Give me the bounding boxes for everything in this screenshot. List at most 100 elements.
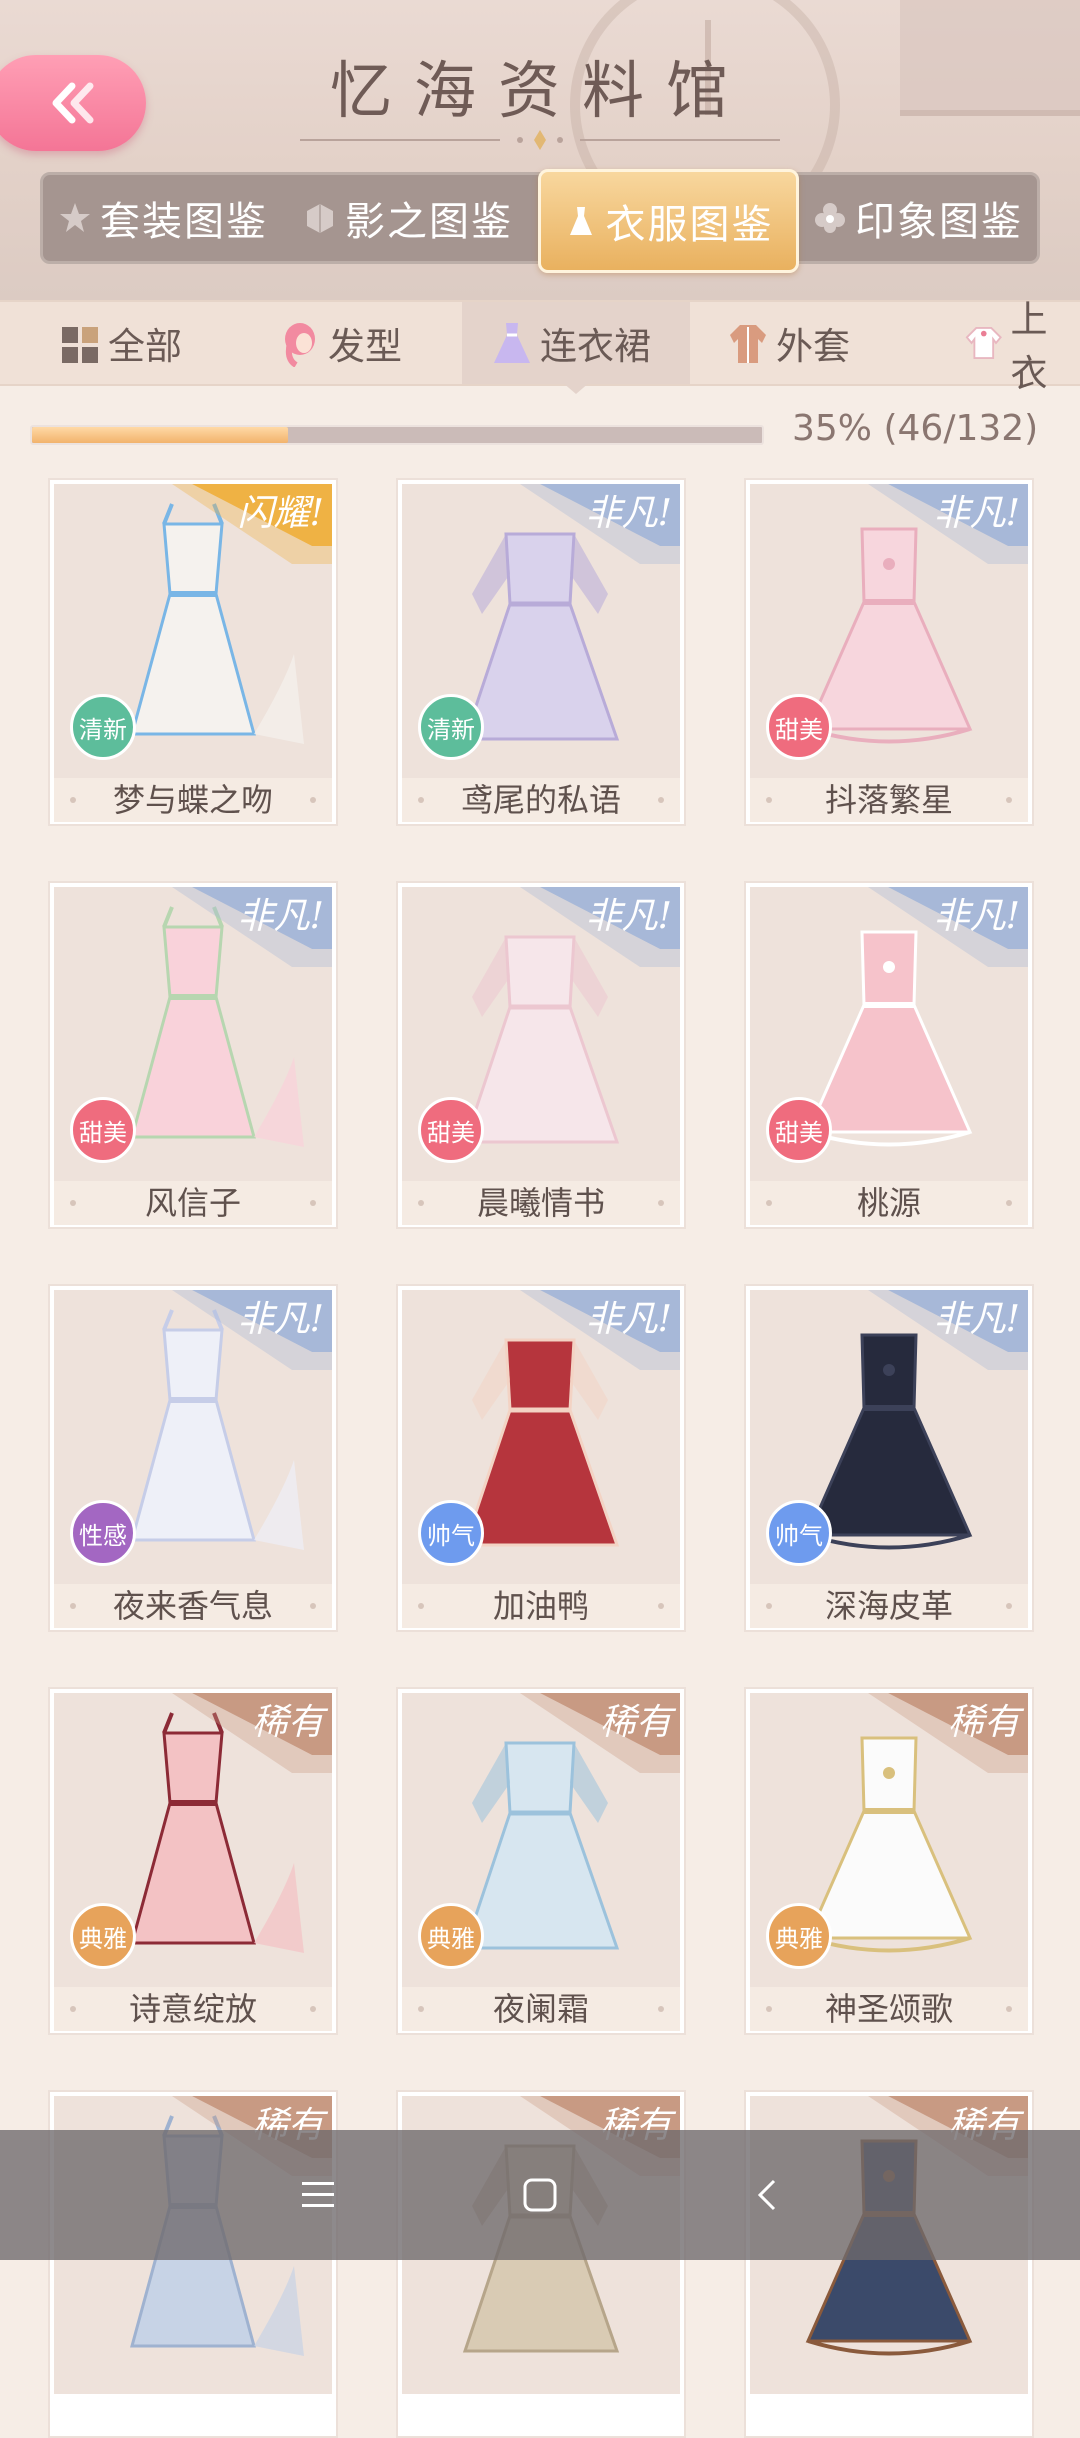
item-image: 稀有 典雅 <box>402 1693 680 1991</box>
back-icon <box>757 2179 776 2211</box>
rarity-ribbon: 非凡! <box>520 887 680 997</box>
rarity-label: 非凡! <box>585 896 672 937</box>
dress-icon <box>569 207 592 235</box>
style-tag: 清新 <box>418 694 484 760</box>
rarity-ribbon: 稀有 <box>520 1693 680 1803</box>
category-label: 上衣 <box>1010 298 1048 395</box>
rarity-ribbon: 闪耀! <box>172 484 332 594</box>
style-tag: 典雅 <box>418 1903 484 1969</box>
item-name: 桃源 <box>750 1181 1028 1225</box>
item-name: 鸢尾的私语 <box>402 778 680 822</box>
category-pointer <box>562 382 590 394</box>
collection-tabbar: 套装图鉴 影之图鉴 衣服图鉴 印象图鉴 <box>40 169 1040 273</box>
clothing-card[interactable]: 稀有 典雅 神圣颂歌 <box>744 1687 1034 2035</box>
progress-text: 35% (46/132) <box>792 408 1039 449</box>
rarity-label: 非凡! <box>237 896 324 937</box>
tab-impression-collection[interactable]: 印象图鉴 <box>798 175 1038 261</box>
item-image: 非凡! 甜美 <box>402 887 680 1185</box>
clothing-card[interactable]: 非凡! 清新 鸢尾的私语 <box>396 478 686 826</box>
item-name: 抖落繁星 <box>750 778 1028 822</box>
item-image: 稀有 典雅 <box>54 1693 332 1991</box>
style-tag: 帅气 <box>418 1500 484 1566</box>
rarity-label: 非凡! <box>585 493 672 534</box>
rarity-ribbon: 非凡! <box>172 1290 332 1400</box>
style-tag: 清新 <box>70 694 136 760</box>
title-ornament <box>300 130 780 150</box>
flower-icon <box>815 203 845 233</box>
grid-icon <box>62 327 98 363</box>
item-name: 风信子 <box>54 1181 332 1225</box>
system-navbar <box>0 2130 1080 2260</box>
category-label: 发型 <box>328 325 402 368</box>
item-image: 非凡! 帅气 <box>750 1290 1028 1588</box>
item-image: 非凡! 清新 <box>402 484 680 782</box>
style-tag: 性感 <box>70 1500 136 1566</box>
tab-shadow-collection[interactable]: 影之图鉴 <box>288 175 528 261</box>
clothing-card[interactable]: 非凡! 甜美 风信子 <box>48 881 338 1229</box>
category-hair[interactable]: 发型 <box>280 302 402 384</box>
tab-clothes-collection[interactable]: 衣服图鉴 <box>538 169 799 273</box>
rarity-ribbon: 非凡! <box>520 484 680 594</box>
tab-label: 印象图鉴 <box>855 199 1023 245</box>
item-image: 非凡! 甜美 <box>750 484 1028 782</box>
style-tag: 典雅 <box>70 1903 136 1969</box>
style-tag: 甜美 <box>418 1097 484 1163</box>
clothing-card[interactable]: 非凡! 帅气 深海皮革 <box>744 1284 1034 1632</box>
menu-button[interactable] <box>278 2160 358 2230</box>
rarity-ribbon: 稀有 <box>868 1693 1028 1803</box>
category-all[interactable]: 全部 <box>60 302 182 384</box>
tab-suit-collection[interactable]: 套装图鉴 <box>43 175 283 261</box>
tab-label: 衣服图鉴 <box>605 202 774 248</box>
clothing-card[interactable]: 稀有 典雅 夜阑霜 <box>396 1687 686 2035</box>
page-title: 忆海资料馆 <box>329 54 750 127</box>
clothing-card[interactable]: 非凡! 甜美 晨曦情书 <box>396 881 686 1229</box>
item-name: 加油鸭 <box>402 1584 680 1628</box>
item-name: 深海皮革 <box>750 1584 1028 1628</box>
header: 忆海资料馆 套装图鉴 影之图鉴 衣服图鉴 印象图鉴 <box>0 0 1080 300</box>
rarity-ribbon: 非凡! <box>520 1290 680 1400</box>
rarity-ribbon: 非凡! <box>868 887 1028 997</box>
rarity-label: 非凡! <box>237 1299 324 1340</box>
style-tag: 典雅 <box>766 1903 832 1969</box>
rarity-label: 稀有 <box>947 1702 1020 1743</box>
rarity-ribbon: 非凡! <box>868 1290 1028 1400</box>
menu-icon <box>302 2182 334 2207</box>
item-name: 夜来香气息 <box>54 1584 332 1628</box>
clothing-card[interactable]: 非凡! 帅气 加油鸭 <box>396 1284 686 1632</box>
rarity-label: 非凡! <box>933 1299 1020 1340</box>
item-name: 诗意绽放 <box>54 1987 332 2031</box>
category-dress[interactable]: 连衣裙 <box>462 302 690 384</box>
clothing-card[interactable]: 非凡! 甜美 抖落繁星 <box>744 478 1034 826</box>
clothing-card[interactable]: 非凡! 甜美 桃源 <box>744 881 1034 1229</box>
category-coat[interactable]: 外套 <box>728 302 850 384</box>
star-icon <box>60 203 90 232</box>
rarity-label: 稀有 <box>251 1702 324 1743</box>
style-tag: 甜美 <box>766 1097 832 1163</box>
coat-icon <box>730 325 766 363</box>
tab-label: 套装图鉴 <box>100 199 268 245</box>
item-image: 稀有 典雅 <box>750 1693 1028 1991</box>
rarity-ribbon: 非凡! <box>172 887 332 997</box>
hair-icon <box>285 323 315 367</box>
shirt-icon <box>965 327 1002 359</box>
item-name: 夜阑霜 <box>402 1987 680 2031</box>
rarity-label: 非凡! <box>585 1299 672 1340</box>
nav-back-button[interactable] <box>727 2160 807 2230</box>
item-image: 非凡! 甜美 <box>54 887 332 1185</box>
clothing-card[interactable]: 非凡! 性感 夜来香气息 <box>48 1284 338 1632</box>
rarity-ribbon: 稀有 <box>172 1693 332 1803</box>
clothing-card[interactable]: 闪耀! 清新 梦与蝶之吻 <box>48 478 338 826</box>
category-top[interactable]: 上衣 <box>965 298 1080 395</box>
style-tag: 甜美 <box>70 1097 136 1163</box>
style-tag: 甜美 <box>766 694 832 760</box>
item-image: 非凡! 帅气 <box>402 1290 680 1588</box>
rarity-ribbon: 非凡! <box>868 484 1028 594</box>
clothing-card[interactable]: 稀有 典雅 诗意绽放 <box>48 1687 338 2035</box>
category-label: 外套 <box>776 325 850 368</box>
home-button[interactable] <box>500 2160 580 2230</box>
style-tag: 帅气 <box>766 1500 832 1566</box>
dress-icon <box>494 323 530 363</box>
item-image: 非凡! 甜美 <box>750 887 1028 1185</box>
progress-fill <box>32 427 288 443</box>
tab-label: 影之图鉴 <box>345 199 513 245</box>
